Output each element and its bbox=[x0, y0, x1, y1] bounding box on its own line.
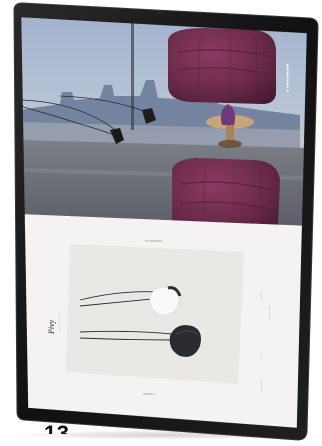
white-pendant-lamp bbox=[149, 286, 180, 316]
spec-line-2: ──────── bbox=[268, 305, 271, 321]
screen: ● ●●●●●●●●● ━━ ━━━━━━━ Pivy ──────────── bbox=[21, 17, 307, 428]
product-caption: ━━━━━ ━ bbox=[142, 392, 155, 396]
divider-caption: ━━ ━━━━━━━ bbox=[144, 239, 162, 243]
tablet-device: ● ●●●●●●●●● ━━ ━━━━━━━ Pivy ──────────── bbox=[0, 0, 322, 446]
front-camera bbox=[158, 11, 162, 15]
product-name: Pivy bbox=[47, 319, 56, 335]
spec-line-1: ───── bbox=[260, 291, 263, 301]
window-frame bbox=[131, 20, 134, 130]
stage: ● ●●●●●●●●● ━━ ━━━━━━━ Pivy ──────────── bbox=[0, 0, 322, 446]
product-subtitle: ──────────── bbox=[58, 311, 61, 333]
armchair-top bbox=[168, 28, 276, 104]
spec-line-4: ─────── bbox=[260, 379, 263, 393]
product-card bbox=[66, 244, 244, 384]
spec-line-3: ─── bbox=[260, 352, 263, 359]
hero-brand-mark: ● ●●●●●●●●● bbox=[285, 63, 290, 92]
